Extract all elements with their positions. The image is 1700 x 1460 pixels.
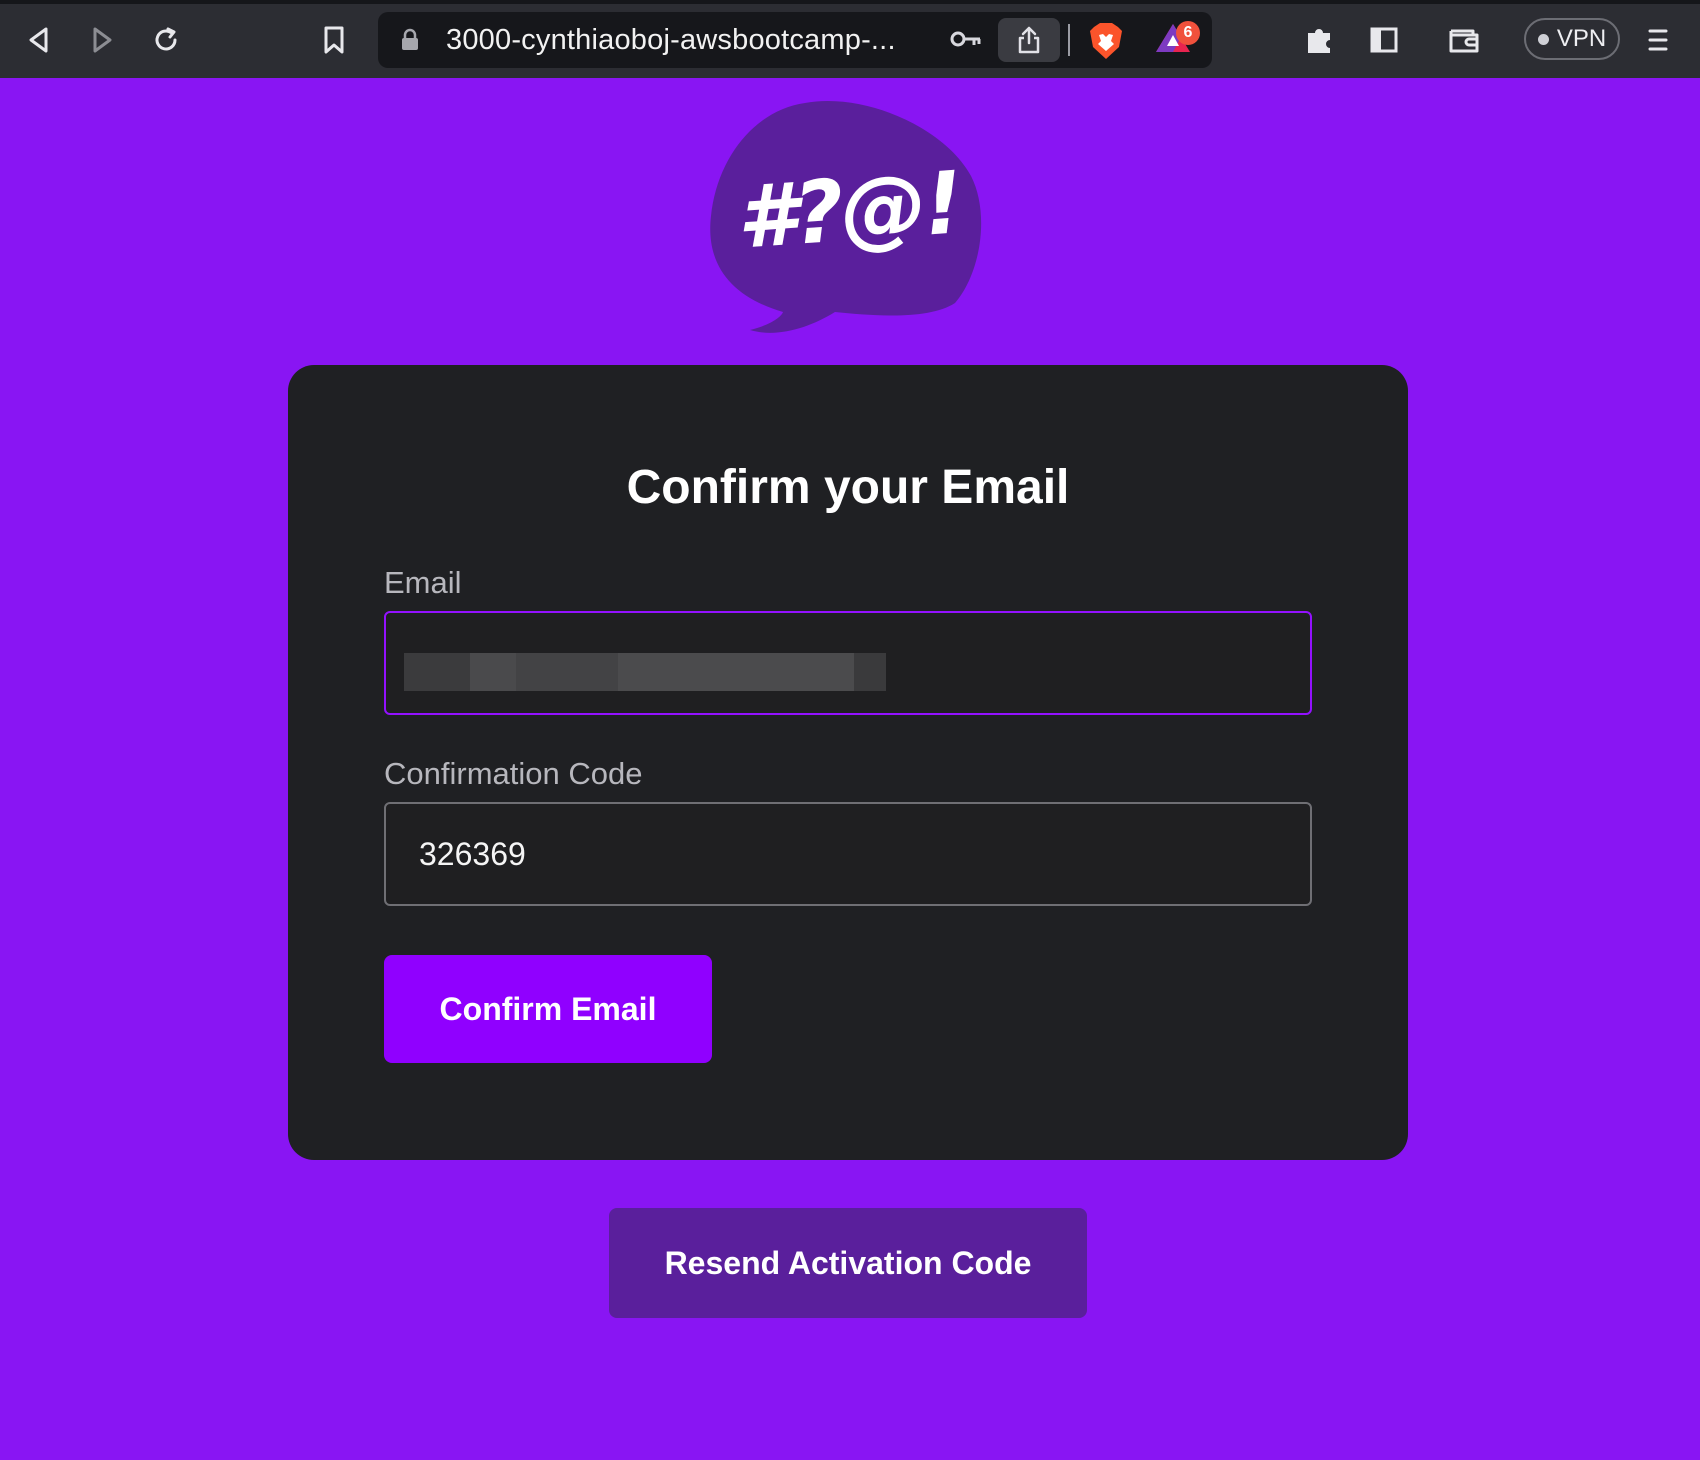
brave-shields-icon[interactable] (1088, 21, 1124, 66)
app-logo: #?@! (705, 98, 995, 338)
email-label: Email (384, 565, 462, 600)
menu-button[interactable] (1636, 18, 1680, 62)
confirmation-code-value: 326369 (419, 835, 526, 872)
share-button[interactable] (998, 18, 1060, 62)
sidebar-icon (1370, 27, 1398, 53)
confirmation-code-label: Confirmation Code (384, 756, 643, 791)
browser-toolbar: 3000-cynthiaoboj-awsbootcamp-... 6 VPN (0, 0, 1700, 78)
address-bar[interactable]: 3000-cynthiaoboj-awsbootcamp-... 6 (378, 12, 1212, 68)
reload-button[interactable] (144, 18, 188, 62)
bookmark-button[interactable] (312, 18, 356, 62)
sidebar-button[interactable] (1362, 18, 1406, 62)
back-button[interactable] (17, 18, 61, 62)
vpn-label: VPN (1556, 25, 1607, 52)
extensions-icon (1308, 29, 1330, 53)
confirmation-code-field[interactable]: 326369 (384, 802, 1312, 906)
logo-text: #?@! (733, 153, 964, 269)
resend-activation-code-button[interactable]: Resend Activation Code (609, 1208, 1087, 1318)
url-text[interactable]: 3000-cynthiaoboj-awsbootcamp-... (446, 24, 896, 57)
email-field[interactable] (384, 611, 1312, 715)
rewards-badge: 6 (1176, 21, 1200, 45)
menu-icon (1648, 29, 1668, 51)
vpn-button[interactable]: VPN (1524, 18, 1620, 60)
page-title: Confirm your Email (626, 461, 1070, 514)
lock-icon (400, 28, 420, 57)
reload-icon (155, 27, 177, 51)
wallet-icon (1449, 29, 1479, 53)
share-icon (1018, 26, 1040, 54)
back-icon (29, 27, 48, 53)
redacted-email-overlay (404, 653, 886, 691)
forward-icon (93, 27, 112, 53)
address-bar-divider (1068, 24, 1070, 56)
confirm-email-card: Confirm your Email Email Confirmation Co… (288, 365, 1408, 1160)
confirm-email-button[interactable]: Confirm Email (384, 955, 712, 1063)
forward-button[interactable] (80, 18, 124, 62)
key-icon[interactable] (950, 26, 982, 57)
wallet-button[interactable] (1442, 18, 1486, 62)
extensions-button[interactable] (1298, 18, 1342, 62)
bookmark-icon (324, 26, 344, 54)
vpn-status-dot (1537, 33, 1549, 45)
